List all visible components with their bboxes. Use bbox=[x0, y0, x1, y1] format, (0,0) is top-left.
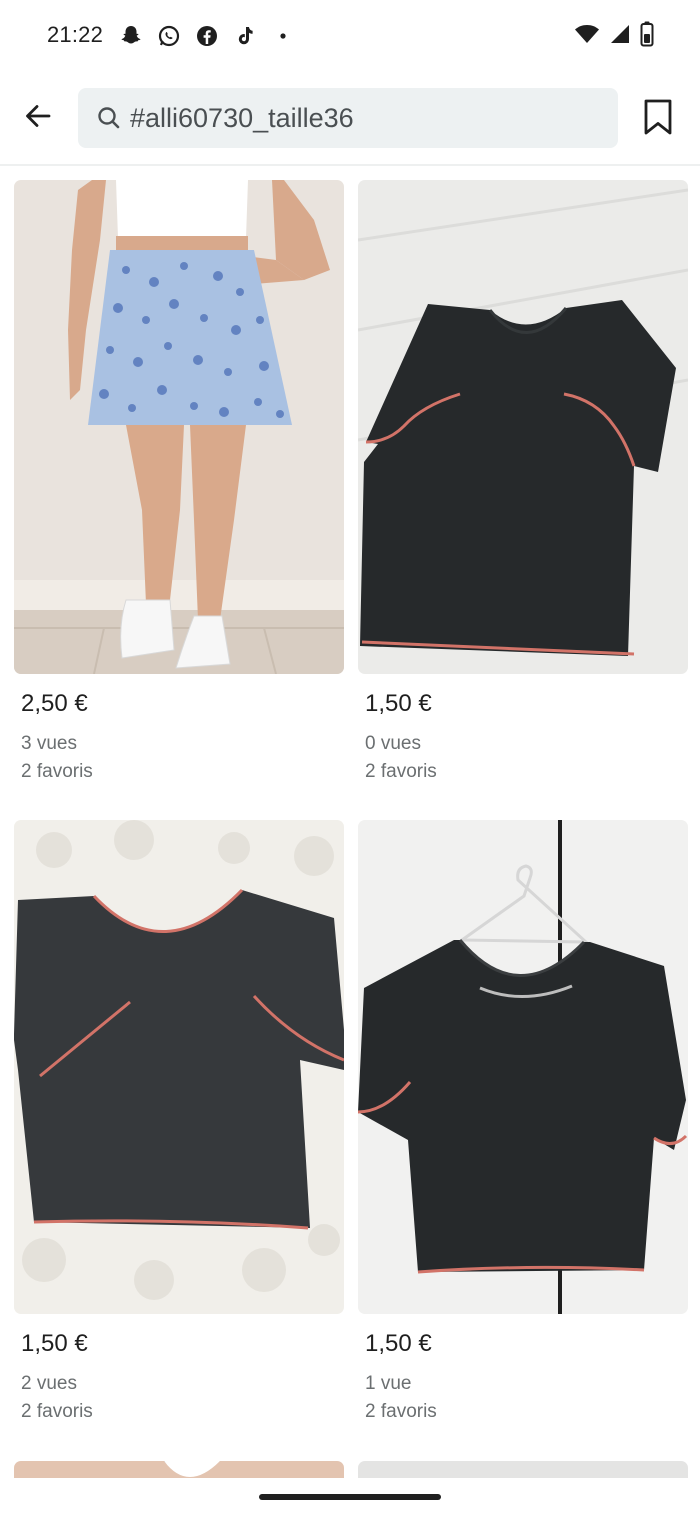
bookmark-icon bbox=[644, 99, 672, 135]
search-header: #alli60730_taille36 bbox=[0, 80, 700, 162]
notification-icons bbox=[118, 22, 296, 50]
item-favorites: 2 favoris bbox=[365, 1401, 437, 1422]
search-icon bbox=[98, 107, 120, 129]
item-photo[interactable] bbox=[358, 820, 688, 1314]
snapchat-icon bbox=[118, 23, 144, 49]
item-card[interactable]: 1,50 € 2 vues 2 favoris bbox=[14, 820, 344, 1426]
item-card[interactable]: 1,50 € 1 vue 2 favoris bbox=[358, 820, 688, 1426]
status-bar: 21:22 bbox=[0, 0, 700, 72]
item-views: 3 vues bbox=[21, 733, 77, 754]
item-favorites: 2 favoris bbox=[365, 761, 437, 782]
dot-icon bbox=[270, 23, 296, 49]
whatsapp-icon bbox=[156, 23, 182, 49]
item-photo[interactable] bbox=[14, 820, 344, 1314]
item-price: 1,50 € bbox=[365, 1330, 432, 1357]
back-button[interactable] bbox=[16, 94, 60, 138]
signal-icon bbox=[608, 22, 632, 51]
item-price: 1,50 € bbox=[365, 690, 432, 717]
item-views: 1 vue bbox=[365, 1373, 412, 1394]
item-views: 0 vues bbox=[365, 733, 421, 754]
search-input[interactable]: #alli60730_taille36 bbox=[78, 88, 618, 148]
save-search-button[interactable] bbox=[634, 92, 682, 142]
item-card[interactable]: 1,50 € 0 vues 2 favoris bbox=[358, 180, 688, 786]
item-photo[interactable] bbox=[358, 180, 688, 674]
item-price: 2,50 € bbox=[21, 690, 88, 717]
arrow-left-icon bbox=[26, 105, 51, 127]
search-query: #alli60730_taille36 bbox=[130, 102, 354, 133]
item-price: 1,50 € bbox=[21, 1330, 88, 1357]
wifi-icon bbox=[574, 22, 600, 51]
home-indicator[interactable] bbox=[259, 1494, 441, 1500]
item-favorites: 2 favoris bbox=[21, 761, 93, 782]
status-time: 21:22 bbox=[47, 22, 104, 47]
item-views: 2 vues bbox=[21, 1373, 77, 1394]
battery-icon bbox=[640, 21, 654, 52]
item-card[interactable]: 2,50 € 3 vues 2 favoris bbox=[14, 180, 344, 786]
facebook-icon bbox=[194, 23, 220, 49]
item-favorites: 2 favoris bbox=[21, 1401, 93, 1422]
system-icons bbox=[574, 21, 654, 52]
tiktok-icon bbox=[232, 23, 258, 49]
header-divider bbox=[0, 164, 700, 166]
item-photo[interactable] bbox=[14, 180, 344, 674]
